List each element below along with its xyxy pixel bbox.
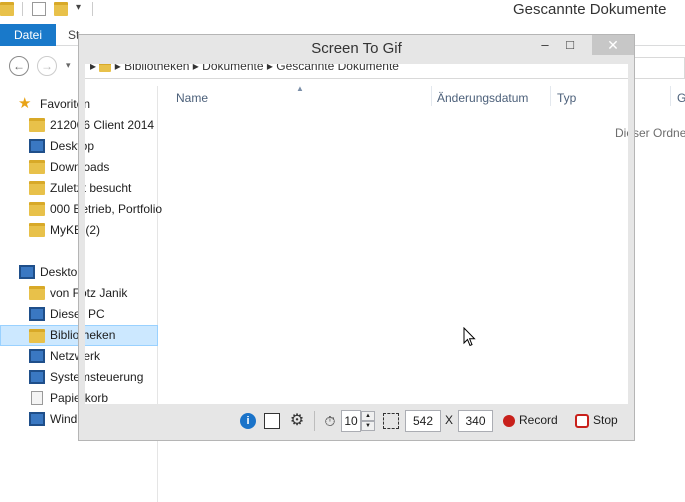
stop-button[interactable]: Stop <box>593 413 618 427</box>
customize-quick-access-icon[interactable]: ▾ <box>76 2 81 13</box>
windows-icon <box>29 412 45 426</box>
star-icon: ★ <box>18 95 32 112</box>
divider <box>314 411 315 431</box>
image-icon[interactable] <box>264 413 280 429</box>
divider <box>92 2 93 16</box>
downloads-folder-icon <box>29 160 45 174</box>
minimize-button[interactable]: – <box>532 35 558 55</box>
folder-icon <box>29 202 45 216</box>
tab-file[interactable]: Datei <box>0 24 56 46</box>
frame-rate-up-icon[interactable]: ▲ <box>361 411 375 421</box>
capture-area <box>85 64 628 404</box>
network-icon <box>29 349 45 363</box>
screentogif-frame-left[interactable] <box>78 64 85 441</box>
width-input[interactable]: 542 <box>405 410 441 432</box>
user-folder-icon <box>29 286 45 300</box>
properties-icon[interactable] <box>32 2 46 16</box>
folder-icon <box>29 223 45 237</box>
new-folder-icon[interactable] <box>54 2 68 16</box>
screentogif-frame-right[interactable] <box>628 64 635 441</box>
timer-icon: ⏱ <box>324 413 336 429</box>
screentogif-frame-bottom[interactable] <box>78 438 635 441</box>
recent-places-icon <box>29 181 45 195</box>
size-separator: X <box>445 413 454 427</box>
resize-icon <box>383 413 399 429</box>
recent-locations-chevron-icon[interactable]: ▾ <box>66 60 71 71</box>
column-header-size[interactable]: G <box>677 91 685 105</box>
gear-icon[interactable]: ⚙ <box>289 413 305 429</box>
forward-button[interactable]: → <box>37 56 57 76</box>
desktop-icon <box>19 265 35 279</box>
close-button[interactable]: ✕ <box>592 35 634 55</box>
divider <box>22 2 23 16</box>
recycle-bin-icon <box>31 391 43 405</box>
folder-icon <box>0 2 14 16</box>
control-panel-icon <box>29 370 45 384</box>
explorer-window-title: Gescannte Dokumente <box>513 1 667 18</box>
record-icon[interactable] <box>503 415 515 427</box>
info-icon[interactable]: i <box>240 413 256 429</box>
stop-icon[interactable] <box>575 414 589 428</box>
libraries-icon <box>29 329 45 343</box>
maximize-button[interactable]: □ <box>557 35 583 55</box>
frame-rate-down-icon[interactable]: ▼ <box>361 421 375 431</box>
folder-icon <box>29 118 45 132</box>
column-divider[interactable] <box>670 86 671 106</box>
mouse-cursor-icon <box>463 327 476 347</box>
frame-rate-input[interactable]: 10 <box>341 410 361 432</box>
height-input[interactable]: 340 <box>458 410 493 432</box>
desktop-icon <box>29 139 45 153</box>
record-button[interactable]: Record <box>519 413 558 427</box>
back-button[interactable]: ← <box>9 56 29 76</box>
computer-icon <box>29 307 45 321</box>
